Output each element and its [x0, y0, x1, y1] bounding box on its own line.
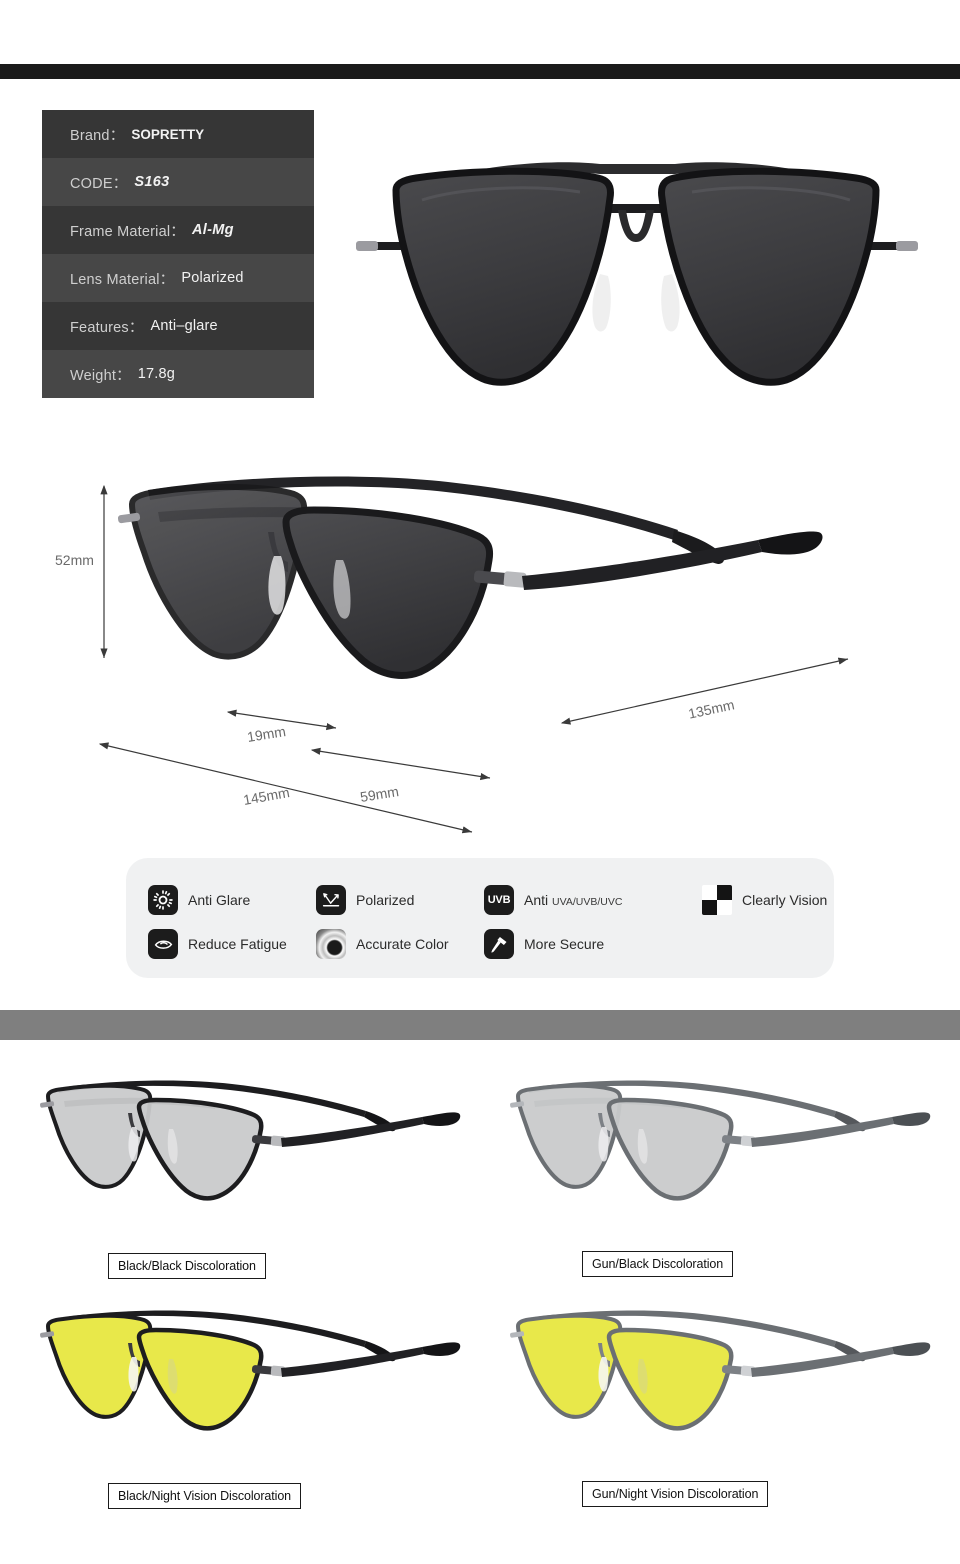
spec-key: CODE： [70, 175, 128, 192]
nose-pad-left [592, 274, 611, 332]
dimension-label-lens-height: 52mm [55, 552, 94, 568]
variant-label: Black/Night Vision Discoloration [108, 1483, 302, 1509]
spec-key: Frame Material： [70, 223, 185, 240]
section-divider-band [0, 1010, 960, 1040]
feature-label: Clearly Vision [742, 892, 828, 908]
specification-table: Brand： SOPRETTY CODE： S163 Frame Materia… [42, 110, 314, 398]
dimension-diagram [0, 440, 960, 860]
spec-key: Lens Material： [70, 271, 175, 288]
variant-image [40, 1300, 470, 1475]
sun-icon [148, 885, 178, 915]
sunglasses-variant-view [40, 1310, 461, 1431]
product-angled-image [118, 460, 848, 680]
variant-label: Gun/Night Vision Discoloration [582, 1481, 769, 1507]
nose-pad-right [661, 274, 680, 332]
feature-label-main: Anti [524, 892, 553, 908]
feature-label-sub: UVA/UVB/UVC [552, 896, 623, 908]
eye-icon [148, 929, 178, 959]
spec-value: SOPRETTY [131, 126, 205, 142]
spec-row-frame-material: Frame Material： Al-Mg [42, 206, 314, 254]
spec-value: Al-Mg [192, 222, 234, 238]
temple-tip-angled [758, 531, 823, 555]
features-panel: Anti Glare Polarized UVB Anti UVA/UVB/UV… [126, 858, 834, 978]
sunglasses-variant-view [510, 1310, 931, 1431]
variant-gun-night-vision[interactable]: Gun/Night Vision Discoloration [500, 1300, 950, 1540]
hammer-icon [484, 929, 514, 959]
checkerboard-icon [702, 885, 732, 915]
spec-value: Anti–glare [150, 318, 218, 334]
variant-black-night-vision[interactable]: Black/Night Vision Discoloration [30, 1300, 480, 1540]
spec-value: 17.8g [137, 366, 176, 382]
variant-image [510, 1300, 940, 1475]
feature-anti-uv: UVB Anti UVA/UVB/UVC [484, 885, 702, 915]
nose-bridge [618, 210, 654, 242]
feature-clearly-vision: Clearly Vision [702, 885, 852, 915]
spec-row-code: CODE： S163 [42, 158, 314, 206]
feature-more-secure: More Secure [484, 929, 702, 959]
product-detail-page: Brand： SOPRETTY CODE： S163 Frame Materia… [0, 0, 960, 1564]
spec-value: S163 [134, 174, 170, 190]
uvb-badge-icon: UVB [484, 885, 514, 915]
product-hero-image [350, 142, 922, 390]
spec-value: Polarized [181, 270, 244, 286]
spec-row-lens-material: Lens Material： Polarized [42, 254, 314, 302]
arrow-lens-width [310, 747, 491, 781]
spec-key: Weight： [70, 367, 131, 384]
lens-right [658, 167, 880, 386]
polarized-arrows-icon [316, 885, 346, 915]
hinge-right [896, 241, 918, 251]
feature-anti-glare: Anti Glare [148, 885, 316, 915]
color-ring-icon [316, 929, 346, 959]
feature-label: Reduce Fatigue [188, 936, 287, 952]
temple-arm-angled [522, 540, 762, 590]
variant-gun-black[interactable]: Gun/Black Discoloration [500, 1070, 950, 1310]
sunglasses-angled-view [118, 476, 823, 679]
feature-accurate-color: Accurate Color [316, 929, 484, 959]
feature-label: Accurate Color [356, 936, 449, 952]
spec-row-weight: Weight： 17.8g [42, 350, 314, 398]
feature-label: Anti UVA/UVB/UVC [524, 892, 622, 908]
lens-left [392, 167, 614, 386]
feature-reduce-fatigue: Reduce Fatigue [148, 929, 316, 959]
feature-label: More Secure [524, 936, 605, 952]
variant-label: Black/Black Discoloration [108, 1253, 266, 1279]
spec-key: Features： [70, 319, 144, 336]
spec-key: Brand： [70, 127, 125, 144]
feature-polarized: Polarized [316, 885, 484, 915]
spec-row-features: Features： Anti–glare [42, 302, 314, 350]
variant-image [510, 1070, 940, 1245]
sunglasses-variant-view [510, 1080, 931, 1201]
variant-image [40, 1070, 470, 1245]
top-divider-bar [0, 64, 960, 79]
sunglasses-front-view [356, 162, 918, 386]
feature-label: Anti Glare [188, 892, 251, 908]
hinge-left [356, 241, 378, 251]
variant-label: Gun/Black Discoloration [582, 1251, 734, 1277]
feature-label: Polarized [356, 892, 415, 908]
uvb-text: UVB [487, 894, 511, 906]
sunglasses-variant-view [40, 1080, 461, 1201]
spec-row-brand: Brand： SOPRETTY [42, 110, 314, 158]
lens-near [282, 506, 494, 679]
variant-black-black[interactable]: Black/Black Discoloration [30, 1070, 480, 1310]
